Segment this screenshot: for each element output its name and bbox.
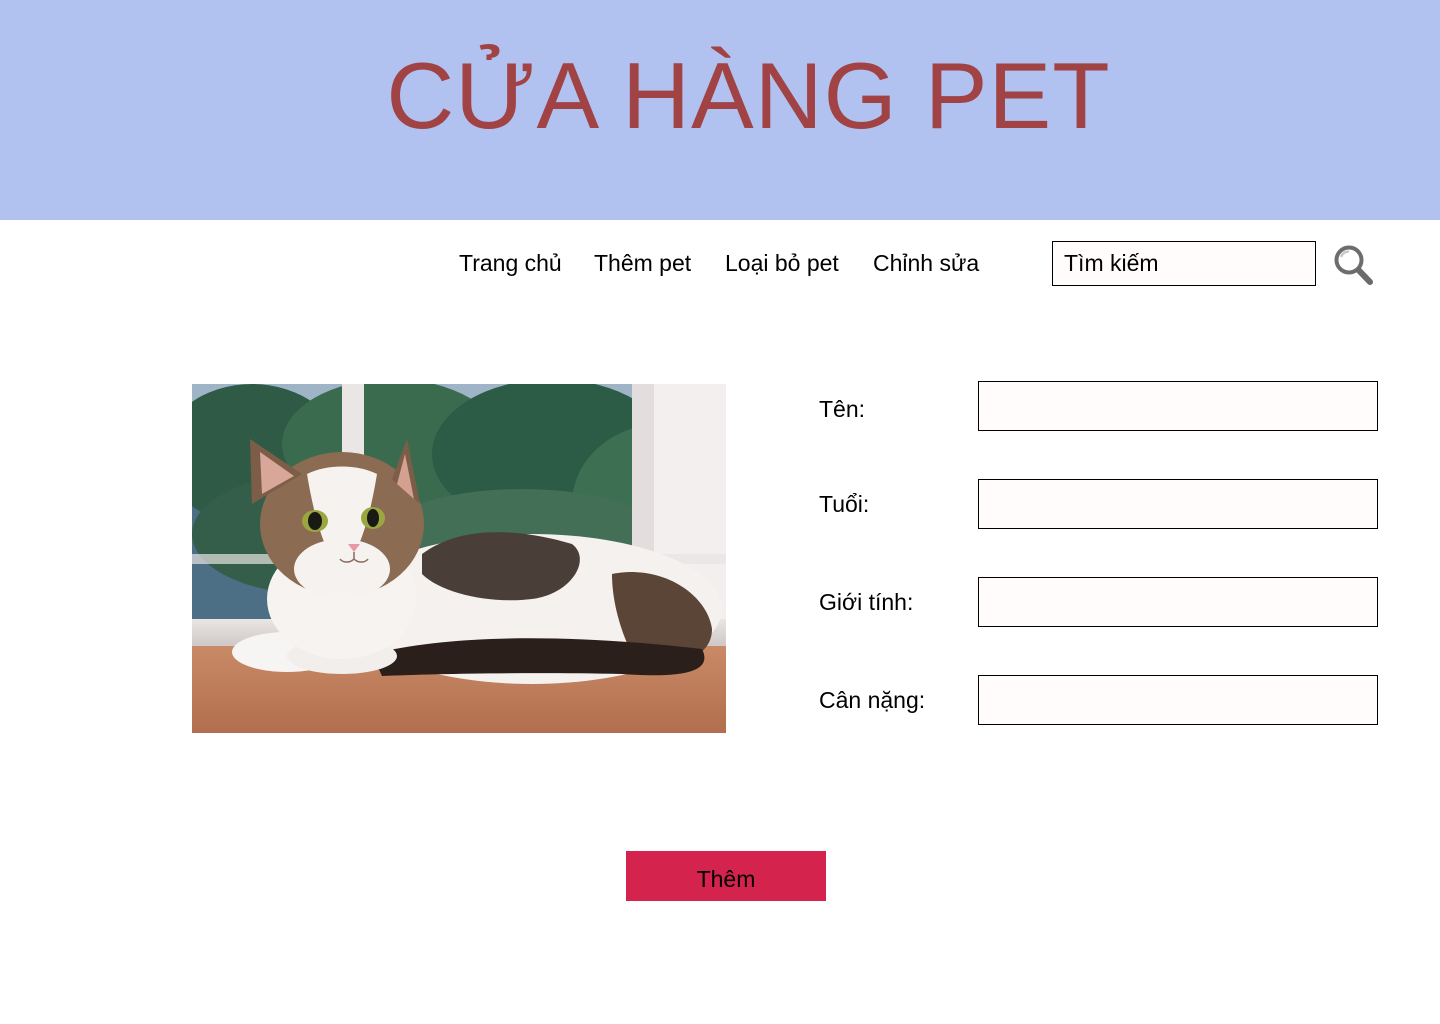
nav-item-add-pet[interactable]: Thêm pet xyxy=(594,250,691,277)
age-label: Tuổi: xyxy=(819,491,870,517)
nav-item-home[interactable]: Trang chủ xyxy=(459,250,562,277)
weight-label: Cân nặng: xyxy=(819,687,926,713)
header-banner: CỬA HÀNG PET xyxy=(0,0,1440,220)
nav-item-remove-pet[interactable]: Loại bỏ pet xyxy=(725,250,839,277)
age-field[interactable] xyxy=(978,479,1378,529)
gender-label: Giới tính: xyxy=(819,589,914,615)
name-label: Tên: xyxy=(819,396,866,422)
add-button[interactable]: Thêm xyxy=(626,851,826,901)
search-button[interactable] xyxy=(1328,240,1378,290)
gender-field[interactable] xyxy=(978,577,1378,627)
name-field[interactable] xyxy=(978,381,1378,431)
pet-photo xyxy=(192,384,726,733)
search-input[interactable] xyxy=(1052,241,1316,286)
cat-image xyxy=(192,384,726,733)
page-title: CỬA HÀNG PET xyxy=(386,43,1111,148)
weight-field[interactable] xyxy=(978,675,1378,725)
nav-item-edit[interactable]: Chỉnh sửa xyxy=(873,250,979,277)
search-icon xyxy=(1334,245,1373,285)
